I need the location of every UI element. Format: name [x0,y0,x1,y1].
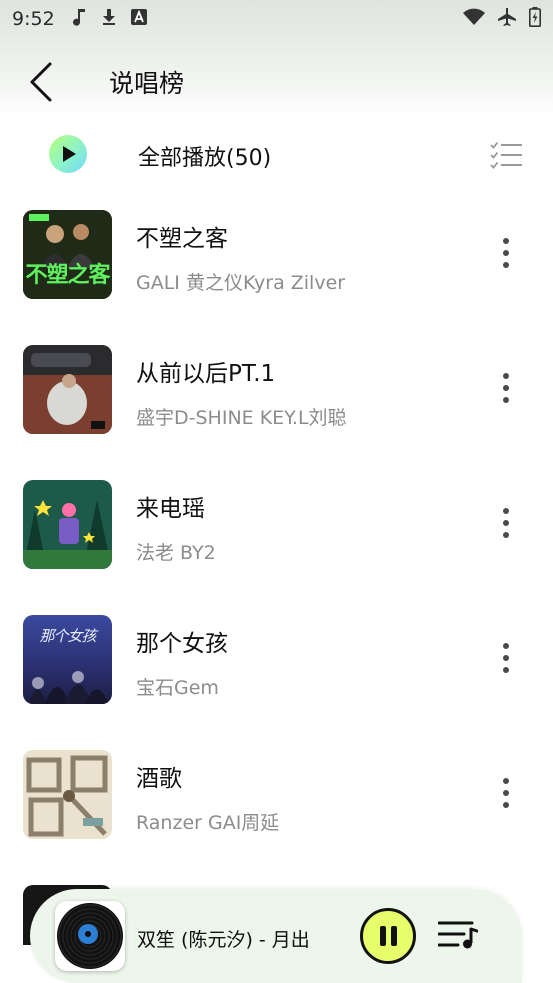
airplane-icon [497,7,517,32]
play-all-label[interactable]: 全部播放(50) [138,140,271,172]
page-title: 说唱榜 [109,69,185,98]
music-note-icon [72,8,87,30]
list-item[interactable]: 从前以后PT.1 盛宇D-SHINE KEY.L刘聪 [0,335,553,470]
back-arrow-icon [30,62,52,102]
play-icon [63,146,76,162]
song-list: 不塑之客 不塑之客 GALI 黄之仪Kyra Zilver 从前以后PT.1 盛… [0,200,553,875]
more-options-button[interactable] [496,643,516,677]
album-cover [23,750,112,839]
list-item[interactable]: 酒歌 Ranzer GAI周延 [0,740,553,875]
list-item[interactable]: 来电瑶 法老 BY2 [0,470,553,605]
more-options-button[interactable] [496,238,516,272]
now-playing-cover[interactable] [55,901,125,971]
now-playing-title[interactable]: 双笙 (陈元汐) - 月出 [137,925,310,952]
song-title: 不塑之客 [136,226,228,252]
playlist-queue-icon[interactable] [437,919,479,951]
multi-select-icon[interactable] [489,138,523,172]
song-artist: GALI 黄之仪Kyra Zilver [136,272,346,294]
status-time: 9:52 [12,8,55,30]
font-icon [130,9,147,29]
song-artist: 宝石Gem [136,677,219,699]
battery-icon [529,6,541,32]
song-title: 来电瑶 [136,496,205,522]
download-icon [101,8,117,30]
song-title: 那个女孩 [136,631,228,657]
title-bar: 说唱榜 [0,50,553,114]
pause-button[interactable] [360,908,416,964]
song-artist: 盛宇D-SHINE KEY.L刘聪 [136,407,347,429]
list-item[interactable]: 那个女孩 那个女孩 宝石Gem [0,605,553,740]
song-title: 酒歌 [136,766,182,792]
album-cover-text: 那个女孩 [39,627,96,645]
more-options-button[interactable] [496,778,516,812]
wifi-icon [463,8,485,31]
album-cover: 那个女孩 [23,615,112,704]
more-options-button[interactable] [496,508,516,542]
play-all-button[interactable] [49,135,87,173]
album-cover-text: 不塑之客 [25,263,110,288]
album-cover [23,480,112,569]
play-all-row: 全部播放(50) [0,128,553,182]
back-button[interactable] [22,58,62,106]
song-artist: 法老 BY2 [136,542,216,564]
song-title: 从前以后PT.1 [136,361,276,387]
status-bar: 9:52 [0,0,553,38]
album-cover: 不塑之客 [23,210,112,299]
more-options-button[interactable] [496,373,516,407]
song-artist: Ranzer GAI周延 [136,812,280,834]
album-cover [23,345,112,434]
list-item[interactable]: 不塑之客 不塑之客 GALI 黄之仪Kyra Zilver [0,200,553,335]
mini-player[interactable]: 双笙 (陈元汐) - 月出 [30,889,522,983]
